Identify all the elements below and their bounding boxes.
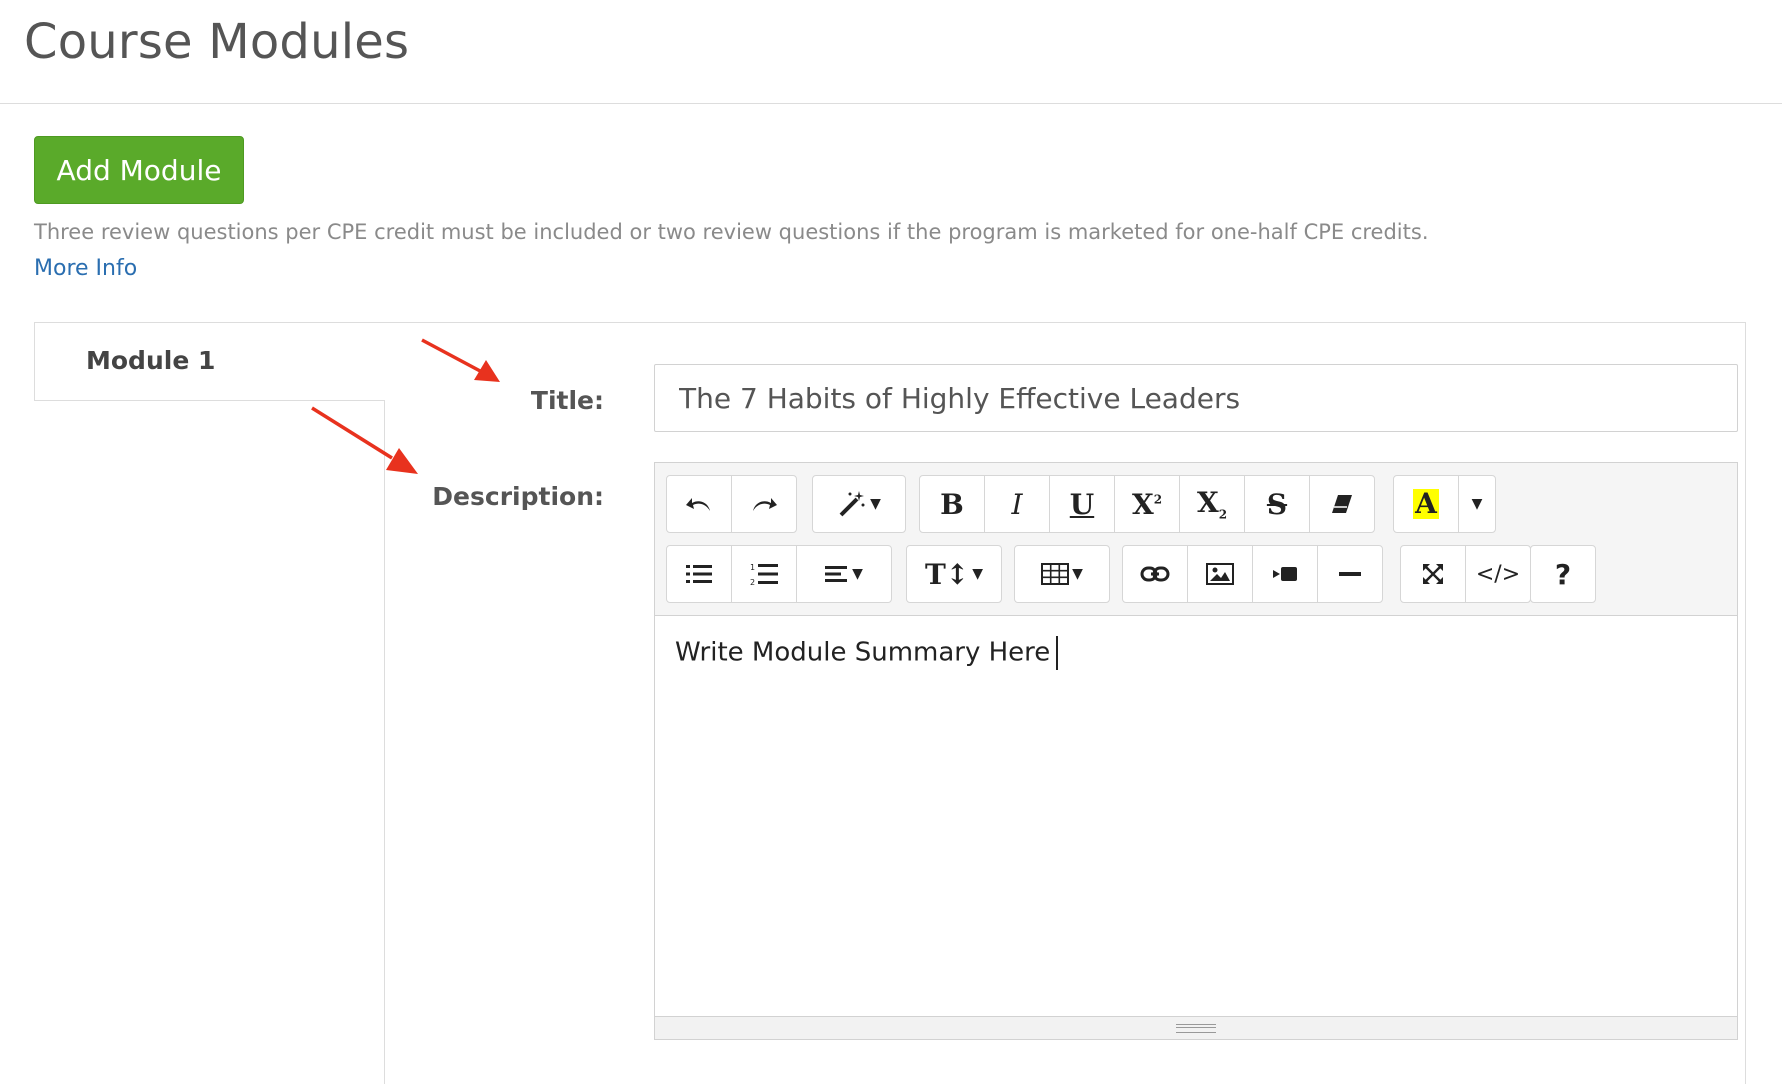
- more-info-link[interactable]: More Info: [34, 256, 137, 281]
- editor-resize-handle[interactable]: [655, 1016, 1737, 1039]
- dropdown-caret-icon: ▼: [852, 566, 863, 582]
- description-editor: ▼ B I U X2 X2 S A ▼ 12 ▼ T↕ ▼ ▼ </> ? Wr…: [654, 462, 1738, 1040]
- text-color-icon: A: [1413, 487, 1439, 520]
- text-cursor: [1056, 636, 1059, 670]
- subscript-icon: X2: [1196, 486, 1228, 522]
- line-height-dropdown-button[interactable]: T↕ ▼: [906, 545, 1002, 603]
- align-dropdown-button[interactable]: ▼: [796, 545, 892, 603]
- review-questions-notice: Three review questions per CPE credit mu…: [34, 220, 1429, 244]
- help-icon: ?: [1554, 557, 1572, 591]
- line-height-group: T↕ ▼: [906, 545, 1002, 603]
- align-icon: [825, 566, 848, 582]
- ordered-list-button[interactable]: 12: [731, 545, 797, 603]
- dropdown-caret-icon: ▼: [972, 566, 984, 582]
- help-button[interactable]: ?: [1530, 545, 1596, 603]
- fullscreen-button[interactable]: [1400, 545, 1466, 603]
- text-color-button[interactable]: A: [1393, 475, 1459, 533]
- eraser-icon: [1332, 495, 1352, 513]
- text-height-icon: T↕: [924, 557, 970, 591]
- table-group: ▼: [1014, 545, 1110, 603]
- font-style-group: B I U X2 X2 S: [919, 475, 1375, 533]
- list-group: 12 ▼: [666, 545, 892, 603]
- bold-button[interactable]: B: [919, 475, 985, 533]
- undo-button[interactable]: [666, 475, 732, 533]
- content-panel-border: [384, 322, 1746, 323]
- code-view-button[interactable]: </>: [1465, 545, 1531, 603]
- description-text: Write Module Summary Here: [675, 637, 1051, 668]
- title-input[interactable]: [654, 364, 1738, 432]
- subscript-button[interactable]: X2: [1179, 475, 1245, 533]
- italic-icon: I: [1011, 487, 1023, 521]
- content-panel-border: [1745, 322, 1746, 1084]
- unordered-list-icon: [686, 565, 712, 583]
- arrow-to-description: [311, 406, 418, 474]
- insert-image-button[interactable]: [1187, 545, 1253, 603]
- clear-format-button[interactable]: [1309, 475, 1375, 533]
- video-icon: [1273, 567, 1297, 581]
- view-group: </>: [1400, 545, 1531, 603]
- horizontal-rule-icon: [1339, 572, 1361, 576]
- redo-button[interactable]: [731, 475, 797, 533]
- svg-text:2: 2: [750, 578, 755, 586]
- bold-icon: B: [940, 487, 964, 521]
- redo-icon: [753, 498, 777, 511]
- link-icon: [1140, 566, 1170, 582]
- magic-wand-icon: [839, 491, 865, 517]
- tab-border: [34, 400, 385, 401]
- title-label: Title:: [530, 386, 604, 415]
- resize-grip-icon: [1176, 1023, 1216, 1033]
- superscript-icon: X2: [1131, 487, 1163, 521]
- ordered-list-icon: 12: [750, 563, 778, 586]
- unordered-list-button[interactable]: [666, 545, 732, 603]
- help-group: ?: [1530, 545, 1596, 603]
- style-dropdown-button[interactable]: ▼: [812, 475, 906, 533]
- editor-toolbar: ▼ B I U X2 X2 S A ▼ 12 ▼ T↕ ▼ ▼ </> ?: [655, 463, 1737, 616]
- dropdown-caret-icon: ▼: [870, 496, 881, 512]
- fullscreen-icon: [1423, 564, 1443, 584]
- undo-icon: [686, 498, 710, 511]
- underline-button[interactable]: U: [1049, 475, 1115, 533]
- svg-text:1: 1: [750, 563, 755, 572]
- superscript-button[interactable]: X2: [1114, 475, 1180, 533]
- strikethrough-icon: S: [1266, 487, 1288, 521]
- table-icon: [1041, 563, 1070, 585]
- page-title: Course Modules: [24, 14, 410, 70]
- insert-link-button[interactable]: [1122, 545, 1188, 603]
- insert-group: [1122, 545, 1383, 603]
- underline-icon: U: [1069, 487, 1095, 521]
- dropdown-caret-icon: ▼: [1072, 566, 1083, 582]
- page-header: Course Modules: [0, 0, 1782, 104]
- tab-border: [34, 322, 384, 323]
- code-view-icon: </>: [1475, 561, 1521, 587]
- content-panel-border: [384, 400, 385, 1084]
- editor-content[interactable]: Write Module Summary Here: [655, 616, 1737, 1016]
- description-label: Description:: [432, 482, 604, 511]
- color-dropdown-button[interactable]: ▼: [1458, 475, 1496, 533]
- add-module-button[interactable]: Add Module: [34, 136, 244, 204]
- tab-border: [34, 322, 35, 400]
- horizontal-rule-button[interactable]: [1317, 545, 1383, 603]
- style-group: ▼: [812, 475, 906, 533]
- color-group: A ▼: [1393, 475, 1496, 533]
- italic-button[interactable]: I: [984, 475, 1050, 533]
- strikethrough-button[interactable]: S: [1244, 475, 1310, 533]
- tab-module-1[interactable]: Module 1: [86, 346, 215, 375]
- dropdown-caret-icon: ▼: [1471, 496, 1483, 512]
- image-icon: [1206, 563, 1234, 585]
- arrow-to-title: [421, 338, 500, 382]
- table-dropdown-button[interactable]: ▼: [1014, 545, 1110, 603]
- insert-video-button[interactable]: [1252, 545, 1318, 603]
- history-group: [666, 475, 797, 533]
